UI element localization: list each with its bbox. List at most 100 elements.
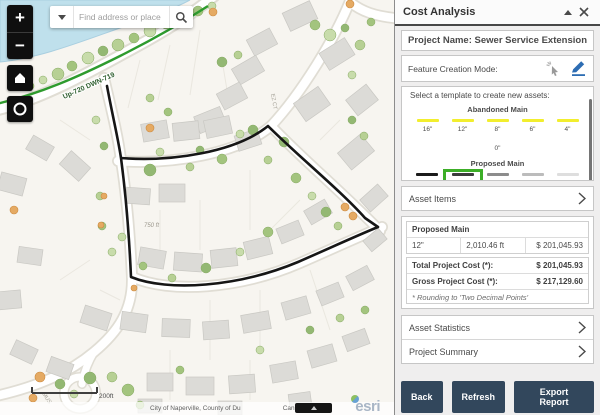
template-swatch [487,138,509,141]
search-bar [50,6,193,28]
template-gallery-groups: Abandoned Main16"12"8"6"4"0"Proposed Mai… [410,105,585,181]
pencil-icon [570,60,587,77]
gross-cost-value: $ 217,129.60 [531,274,588,289]
building [202,320,229,340]
locate-button[interactable] [7,96,33,122]
tree [52,68,64,80]
cost-results: Proposed Main 12" 2,010.46 ft $ 201,045.… [401,216,594,309]
cost-analysis-panel: Cost Analysis Project Name: Sewer Servic… [394,0,600,415]
template-item[interactable]: 4" [551,171,585,181]
search-button[interactable] [169,6,193,28]
template-item[interactable]: 4" [551,117,585,135]
section-asset-items[interactable]: Asset Items [401,186,594,211]
building [162,319,191,338]
template-swatch [487,173,509,176]
feature-creation-mode-row: Feature Creation Mode: [401,55,594,82]
export-report-button[interactable]: Export Report [514,381,594,413]
tree [139,262,147,270]
asset-table: Proposed Main 12" 2,010.46 ft $ 201,045.… [406,221,589,254]
tree [156,148,164,156]
tree [39,76,47,84]
template-item[interactable]: 0" [481,136,515,154]
tree [144,164,156,176]
close-panel-button[interactable] [576,4,592,20]
tree [336,314,344,322]
draw-tool-button[interactable] [570,60,587,77]
tree [263,227,273,237]
collapse-panel-button[interactable] [560,4,576,20]
collapse-icon [562,6,574,18]
footer-buttons: Back Refresh Export Report [401,381,594,413]
gallery-scrollbar[interactable] [589,99,592,181]
tree-autumn [10,206,18,214]
template-item[interactable]: 16" [410,171,444,181]
template-item[interactable]: 12" [443,169,483,181]
search-input[interactable] [74,6,169,28]
template-item-label: 16" [423,180,433,181]
section-label: Asset Statistics [409,323,578,333]
tree [100,142,108,150]
basemap: Up-720 DWN-719 EZ CT MUS 750 ft [0,0,394,415]
template-group-title: Proposed Main [410,159,585,168]
refresh-button[interactable]: Refresh [452,381,506,413]
zoom-out-button[interactable]: − [7,33,33,60]
map-canvas[interactable]: Up-720 DWN-719 EZ CT MUS 750 ft + − [0,0,394,415]
template-item[interactable]: 8" [481,171,515,181]
home-button[interactable] [7,65,33,91]
section-asset-statistics[interactable]: Asset Statistics [402,316,593,339]
building [228,374,255,394]
template-swatch [522,119,544,122]
back-button[interactable]: Back [401,381,443,413]
gross-cost-row: Gross Project Cost (*): $ 217,129.60 [407,274,588,290]
tree [217,57,227,67]
tree [324,29,336,41]
tree [321,207,331,217]
tree-autumn [131,285,137,291]
template-item-label: 8" [495,126,501,133]
tree [291,173,301,183]
section-label: Project Summary [409,347,578,357]
section-label: Asset Items [409,194,578,204]
locate-icon [12,101,28,117]
totals-table: Total Project Cost (*): $ 201,045.93 Gro… [406,257,589,304]
template-item[interactable]: 12" [446,117,480,135]
feature-creation-mode-label: Feature Creation Mode: [408,64,537,74]
tree [92,116,100,124]
template-item[interactable]: 16" [411,117,445,135]
tree [112,39,124,51]
asset-cost: $ 201,045.93 [526,238,588,253]
close-icon [579,7,589,17]
search-source-dropdown[interactable] [50,6,74,28]
template-item-label: 6" [530,180,536,181]
project-name-field[interactable]: Project Name: Sewer Service Extension [401,30,594,51]
template-swatch [417,119,439,122]
template-item[interactable]: 6" [516,171,550,181]
template-item-label: 4" [565,180,571,181]
tree [108,248,116,256]
template-item-label: 6" [530,126,536,133]
tree [118,233,126,241]
section-project-summary[interactable]: Project Summary [402,339,593,363]
total-cost-value: $ 201,045.93 [531,258,588,273]
tree [107,372,117,382]
building [17,246,43,265]
template-item-label: 12" [458,126,468,133]
zoom-in-button[interactable]: + [7,5,33,33]
tree-autumn [349,212,357,220]
tree [129,33,139,43]
tree [84,372,96,384]
tree [236,248,244,256]
building [172,121,200,142]
template-item[interactable]: 8" [481,117,515,135]
total-cost-row: Total Project Cost (*): $ 201,045.93 [407,258,588,274]
template-item[interactable]: 6" [516,117,550,135]
template-swatch [487,119,509,122]
panel-body: Project Name: Sewer Service Extension Fe… [395,26,600,413]
gross-cost-label: Gross Project Cost (*): [407,274,531,289]
attribution-expand-button[interactable] [295,403,332,413]
asset-table-row: 12" 2,010.46 ft $ 201,045.93 [407,238,588,253]
tree [334,222,342,230]
select-tool-button[interactable] [545,60,562,77]
tree [176,366,184,374]
tree [355,40,365,50]
